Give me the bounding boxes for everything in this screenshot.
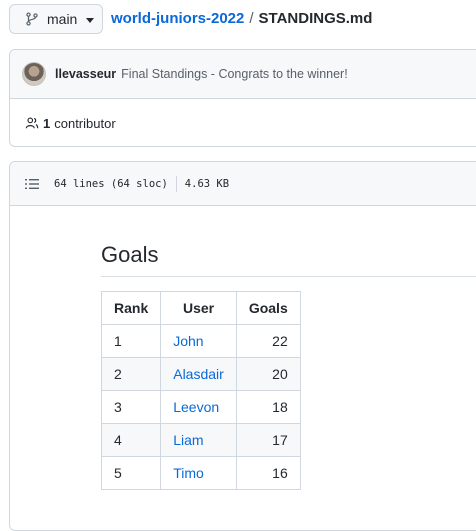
latest-commit-box: llevasseur Final Standings - Congrats to… [9,49,476,147]
table-row: 4 Liam 17 [100,423,301,457]
user-link[interactable]: Timo [173,465,204,481]
avatar[interactable] [22,62,46,86]
rank-cell: 5 [100,456,162,490]
file-size: 4.63 KB [184,177,230,190]
rank-cell: 3 [100,390,162,424]
file-header: 64 lines (64 sloc) 4.63 KB [10,162,476,206]
table-row: 1 John 22 [100,324,301,358]
commit-header: llevasseur Final Standings - Congrats to… [10,50,476,99]
goals-cell: 17 [235,423,301,457]
breadcrumb-repo-link[interactable]: world-juniors-2022 [111,10,244,27]
user-link[interactable]: Leevon [173,399,219,415]
divider [175,175,177,192]
rank-cell: 1 [100,324,162,358]
column-header-rank: Rank [100,291,162,325]
list-unordered-icon[interactable] [25,178,39,190]
goals-cell: 18 [235,390,301,424]
column-header-user: User [160,291,237,325]
rank-cell: 4 [100,423,162,457]
column-header-goals: Goals [235,291,301,325]
user-link[interactable]: John [173,333,203,349]
breadcrumb-separator: / [249,10,254,27]
table-row: 2 Alasdair 20 [100,357,301,391]
chevron-down-icon [86,17,95,23]
table-row: 5 Timo 16 [100,456,301,490]
standings-table: Rank User Goals 1 John 22 2 Alasdair 20 … [100,291,301,490]
breadcrumb-file-name: STANDINGS.md [258,10,373,27]
rank-cell: 2 [100,357,162,391]
table-header-row: Rank User Goals [100,291,301,325]
people-icon [25,117,39,129]
breadcrumb: world-juniors-2022 /STANDINGS.md [111,10,372,27]
heading-divider [101,276,476,277]
branch-label: main [47,11,78,27]
user-link[interactable]: Liam [173,432,203,448]
git-branch-icon [26,12,38,26]
goals-cell: 16 [235,456,301,490]
markdown-heading: Goals [101,242,159,267]
commit-author-link[interactable]: llevasseur [55,67,116,81]
commit-message-link[interactable]: Final Standings - Congrats to the winner… [121,67,348,81]
file-viewer: 64 lines (64 sloc) 4.63 KB Goals Rank Us… [9,161,476,531]
contributor-count: 1 [43,115,51,131]
contributor-label: contributor [54,115,116,131]
goals-cell: 22 [235,324,301,358]
goals-cell: 20 [235,357,301,391]
user-link[interactable]: Alasdair [173,366,224,382]
contributors-row[interactable]: 1 contributor [10,99,476,146]
file-line-count: 64 lines (64 sloc) [54,177,168,190]
branch-selector-button[interactable]: main [9,4,103,34]
table-row: 3 Leevon 18 [100,390,301,424]
